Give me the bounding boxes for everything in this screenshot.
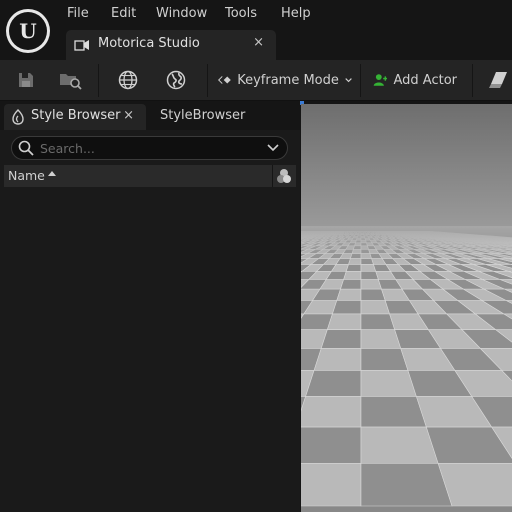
save-icon xyxy=(19,73,33,87)
eraser-icon xyxy=(489,72,507,88)
floor-tile xyxy=(332,300,362,315)
toolbar-separator xyxy=(472,64,473,97)
chevron-down-icon[interactable] xyxy=(267,141,279,155)
floor-tile xyxy=(360,348,409,371)
document-tab-close-button[interactable]: × xyxy=(253,35,264,50)
list-header: Name xyxy=(4,165,296,187)
level-viewport[interactable] xyxy=(301,104,512,512)
menu-file[interactable]: File xyxy=(67,5,89,23)
search-box[interactable] xyxy=(11,136,288,160)
add-actor-label: Add Actor xyxy=(393,72,457,88)
floor-tile xyxy=(301,396,362,428)
floor-tile xyxy=(313,348,362,371)
world-button[interactable] xyxy=(116,68,140,92)
menu-help[interactable]: Help xyxy=(281,5,311,23)
floor-tile xyxy=(301,462,362,507)
floor-tile xyxy=(340,279,362,290)
toolbar-separator xyxy=(207,64,208,97)
floor-tile xyxy=(360,288,386,301)
menu-edit[interactable]: Edit xyxy=(111,5,136,23)
viewport-scene xyxy=(301,104,512,507)
save-button[interactable] xyxy=(14,68,38,92)
unreal-logo-icon[interactable]: U xyxy=(6,9,50,53)
eraser-button[interactable] xyxy=(486,68,510,92)
globe-grid-icon xyxy=(118,70,138,90)
column-header-name[interactable]: Name xyxy=(8,168,45,183)
floor-tile xyxy=(360,329,402,349)
tab-style-browser[interactable]: Style Browser × xyxy=(4,104,146,130)
add-actor-icon xyxy=(373,74,388,86)
menu-tools[interactable]: Tools xyxy=(225,5,257,23)
floor-tile xyxy=(326,313,362,331)
toolbar-separator xyxy=(360,64,361,97)
floor-tile xyxy=(360,279,382,290)
search-icon xyxy=(18,140,34,156)
keyframe-diamond-icon xyxy=(218,76,231,84)
floor-tile xyxy=(360,396,427,428)
world-settings-button[interactable] xyxy=(164,68,188,92)
horizon-fog xyxy=(301,226,512,266)
browse-button[interactable] xyxy=(56,68,84,92)
document-tab-label: Motorica Studio xyxy=(98,36,200,51)
chevron-down-icon xyxy=(345,78,352,83)
column-options-icon[interactable] xyxy=(276,168,292,184)
mode-dropdown[interactable]: Keyframe Mode xyxy=(218,68,352,92)
column-divider[interactable] xyxy=(272,165,273,187)
panel-tab-bar: Style Browser × StyleBrowser xyxy=(0,101,300,130)
panel-body: Name xyxy=(0,130,300,512)
floor-tile xyxy=(301,426,362,464)
floor-tile xyxy=(360,370,417,397)
tab-close-button[interactable]: × xyxy=(123,108,134,123)
mode-label: Keyframe Mode xyxy=(237,72,339,88)
menu-window[interactable]: Window xyxy=(156,5,207,23)
add-actor-button[interactable]: Add Actor xyxy=(373,68,457,92)
floor-tile xyxy=(360,313,396,331)
document-tab[interactable]: Motorica Studio × xyxy=(66,30,276,60)
style-list[interactable] xyxy=(4,187,296,512)
floor-tile xyxy=(360,300,390,315)
tab-style-browser-label: Style Browser xyxy=(31,108,121,123)
floor-tile xyxy=(305,370,362,397)
toolbar-separator xyxy=(98,64,99,97)
search-input[interactable] xyxy=(40,139,260,157)
floor-tile xyxy=(336,288,362,301)
floor-tile xyxy=(320,329,362,349)
style-brush-icon xyxy=(10,109,26,129)
floor-tile xyxy=(360,426,439,464)
level-icon xyxy=(74,38,90,52)
title-bar: U File Edit Window Tools Help Motorica S… xyxy=(0,0,512,60)
sort-ascending-icon xyxy=(48,171,56,176)
floor-tile xyxy=(301,313,333,331)
floor-tile xyxy=(343,271,362,280)
floor-tile xyxy=(360,271,379,280)
viewport-sky xyxy=(301,104,512,228)
tab-stylebrowser[interactable]: StyleBrowser xyxy=(160,108,245,123)
style-browser-panel: Style Browser × StyleBrowser Name xyxy=(0,101,300,512)
main-toolbar: Keyframe Mode Add Actor xyxy=(0,60,512,101)
floor-tile xyxy=(360,462,453,507)
globe-icon xyxy=(166,70,186,90)
folder-search-icon xyxy=(60,74,82,90)
